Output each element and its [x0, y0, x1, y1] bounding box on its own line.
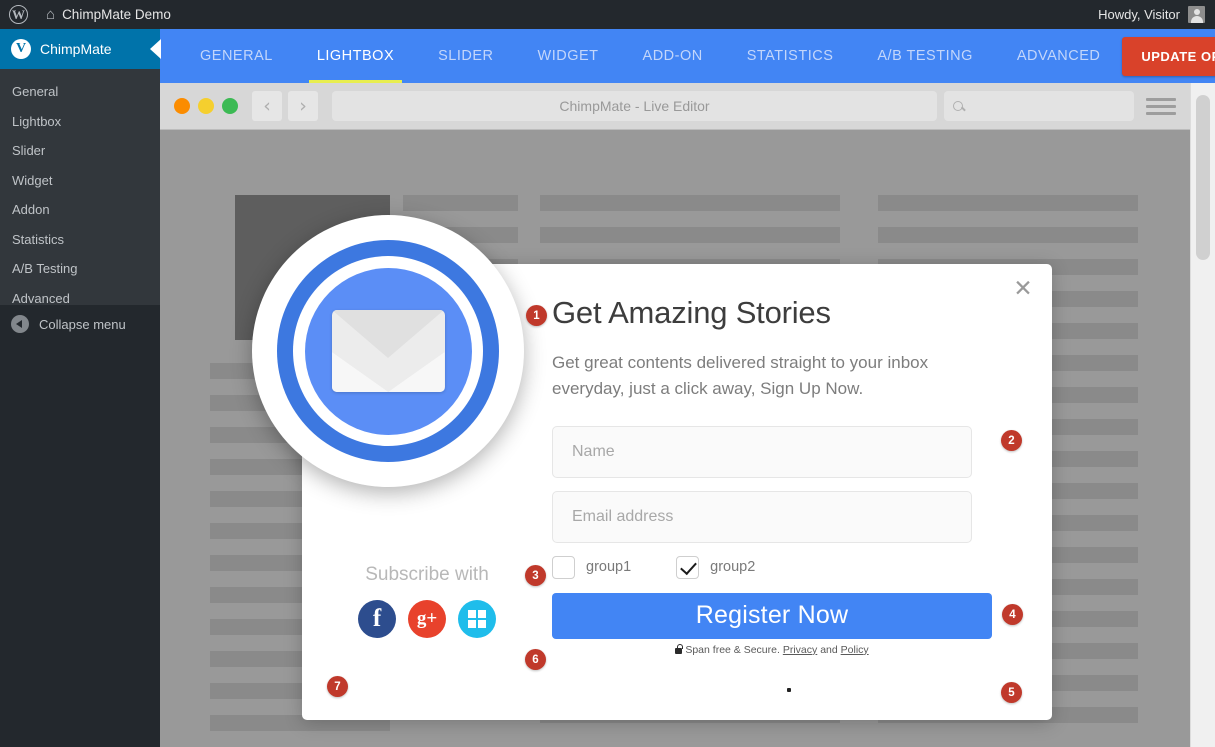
- tab-statistics[interactable]: STATISTICS: [725, 29, 856, 83]
- social-buttons: f g+: [302, 600, 552, 638]
- update-options-button[interactable]: UPDATE OPTIONS: [1122, 36, 1215, 76]
- annotation-badge-7: 7: [327, 676, 348, 697]
- email-input[interactable]: [552, 490, 972, 543]
- text-placeholder-bar: [540, 227, 840, 243]
- annotation-badge-4: 4: [1002, 604, 1023, 625]
- site-name-label: ChimpMate Demo: [62, 7, 171, 22]
- facebook-icon[interactable]: f: [358, 600, 396, 638]
- forward-button[interactable]: ›: [288, 91, 318, 121]
- fine-print-text: Span free & Secure.: [685, 643, 780, 656]
- chimpmate-logo-icon: V: [11, 39, 31, 59]
- subscribe-with-label: Subscribe with: [365, 564, 489, 585]
- sidebar-item-general[interactable]: General: [0, 77, 160, 107]
- sidebar-item-widget[interactable]: Widget: [0, 166, 160, 196]
- lightbox-social-panel: Subscribe with f g+: [302, 564, 552, 638]
- sidebar-item-ab-testing[interactable]: A/B Testing: [0, 254, 160, 284]
- text-placeholder-bar: [403, 195, 518, 211]
- fine-print: Span free & Secure. Privacy and Policy: [552, 644, 992, 656]
- sidebar-submenu: General Lightbox Slider Widget Addon Sta…: [0, 69, 160, 322]
- tab-general[interactable]: GENERAL: [178, 29, 295, 83]
- checkbox-group1[interactable]: group1: [552, 555, 632, 579]
- group-checkbox-row: group1 group2: [552, 555, 1022, 579]
- back-button[interactable]: ‹: [252, 91, 282, 121]
- howdy-label: Howdy, Visitor: [1098, 7, 1180, 22]
- tab-widget[interactable]: WIDGET: [516, 29, 621, 83]
- sidebar-item-chimpmate[interactable]: V ChimpMate: [0, 29, 161, 69]
- tab-slider[interactable]: SLIDER: [416, 29, 515, 83]
- sidebar-item-lightbox[interactable]: Lightbox: [0, 107, 160, 137]
- policy-link[interactable]: Policy: [841, 644, 869, 656]
- collapse-menu-label: Collapse menu: [39, 316, 126, 332]
- wordpress-logo-icon: W: [9, 5, 28, 24]
- annotation-badge-2: 2: [1001, 430, 1022, 451]
- avatar: [1188, 6, 1205, 23]
- envelope-ring-inner: [304, 267, 472, 435]
- name-input[interactable]: [552, 425, 972, 478]
- lightbox-form-panel: Get Amazing Stories Get great contents d…: [552, 295, 1022, 656]
- search-icon: [953, 101, 963, 111]
- lightbox-title: Get Amazing Stories: [552, 295, 831, 330]
- admin-sidebar: V ChimpMate General Lightbox Slider Widg…: [0, 29, 161, 747]
- sidebar-item-slider[interactable]: Slider: [0, 136, 160, 166]
- checkbox-group2[interactable]: group2: [676, 555, 756, 579]
- preview-scrollbar-track[interactable]: [1190, 83, 1215, 747]
- admin-bar-right[interactable]: Howdy, Visitor: [1098, 0, 1215, 29]
- tab-list: GENERAL LIGHTBOX SLIDER WIDGET ADD-ON ST…: [178, 29, 1122, 83]
- annotation-badge-3: 3: [525, 565, 546, 586]
- windows-icon[interactable]: [458, 600, 496, 638]
- wordpress-logo-menu[interactable]: W: [0, 0, 37, 29]
- collapse-menu-button[interactable]: Collapse menu: [0, 305, 160, 343]
- close-window-dot[interactable]: [174, 98, 190, 114]
- text-placeholder-bar: [878, 195, 1138, 211]
- annotation-badge-1: 1: [526, 305, 547, 326]
- text-placeholder-bar: [878, 227, 1138, 243]
- privacy-link[interactable]: Privacy: [783, 644, 817, 656]
- browser-chrome-bar: ‹ › ChimpMate - Live Editor: [160, 83, 1190, 130]
- annotation-badge-5: 5: [1001, 682, 1022, 703]
- site-name-menu[interactable]: ⌂ ChimpMate Demo: [37, 0, 180, 29]
- wp-admin-bar: W ⌂ ChimpMate Demo Howdy, Visitor: [0, 0, 1215, 29]
- register-now-button[interactable]: Register Now: [552, 592, 992, 639]
- hamburger-menu-icon[interactable]: [1146, 97, 1176, 115]
- chevron-right-icon: [150, 39, 161, 59]
- window-controls: [174, 98, 238, 114]
- envelope-ring-white: [293, 256, 483, 446]
- sidebar-menu-title: ChimpMate: [40, 41, 112, 57]
- tab-add-on[interactable]: ADD-ON: [621, 29, 725, 83]
- envelope-glyph: [331, 310, 445, 392]
- envelope-icon: [252, 215, 524, 487]
- sidebar-item-addon[interactable]: Addon: [0, 195, 160, 225]
- tab-ab-testing[interactable]: A/B TESTING: [855, 29, 994, 83]
- maximize-window-dot[interactable]: [222, 98, 238, 114]
- lightbox-subtitle: Get great contents delivered straight to…: [552, 353, 929, 399]
- browser-search-field[interactable]: [944, 91, 1134, 121]
- checkbox-label: group2: [710, 559, 756, 576]
- checkbox-box[interactable]: [552, 555, 575, 579]
- annotation-badge-6: 6: [525, 649, 546, 670]
- admin-bar-left: W ⌂ ChimpMate Demo: [0, 0, 180, 29]
- home-icon: ⌂: [46, 6, 56, 23]
- plugin-tab-bar: GENERAL LIGHTBOX SLIDER WIDGET ADD-ON ST…: [160, 29, 1215, 83]
- tab-advanced[interactable]: ADVANCED: [995, 29, 1123, 83]
- address-bar[interactable]: ChimpMate - Live Editor: [332, 91, 937, 121]
- google-plus-icon[interactable]: g+: [408, 600, 446, 638]
- fine-print-and: and: [820, 643, 838, 656]
- envelope-ring-outer: [277, 240, 499, 462]
- preview-scrollbar-thumb[interactable]: [1196, 95, 1210, 260]
- slide-indicator-dot[interactable]: [787, 688, 791, 692]
- text-placeholder-bar: [540, 195, 840, 211]
- chevron-left-circle-icon: [11, 315, 29, 333]
- checkbox-label: group1: [586, 559, 632, 576]
- tab-lightbox[interactable]: LIGHTBOX: [295, 29, 416, 83]
- sidebar-item-statistics[interactable]: Statistics: [0, 225, 160, 255]
- lock-icon: [675, 644, 683, 654]
- checkbox-box[interactable]: [676, 555, 700, 579]
- minimize-window-dot[interactable]: [198, 98, 214, 114]
